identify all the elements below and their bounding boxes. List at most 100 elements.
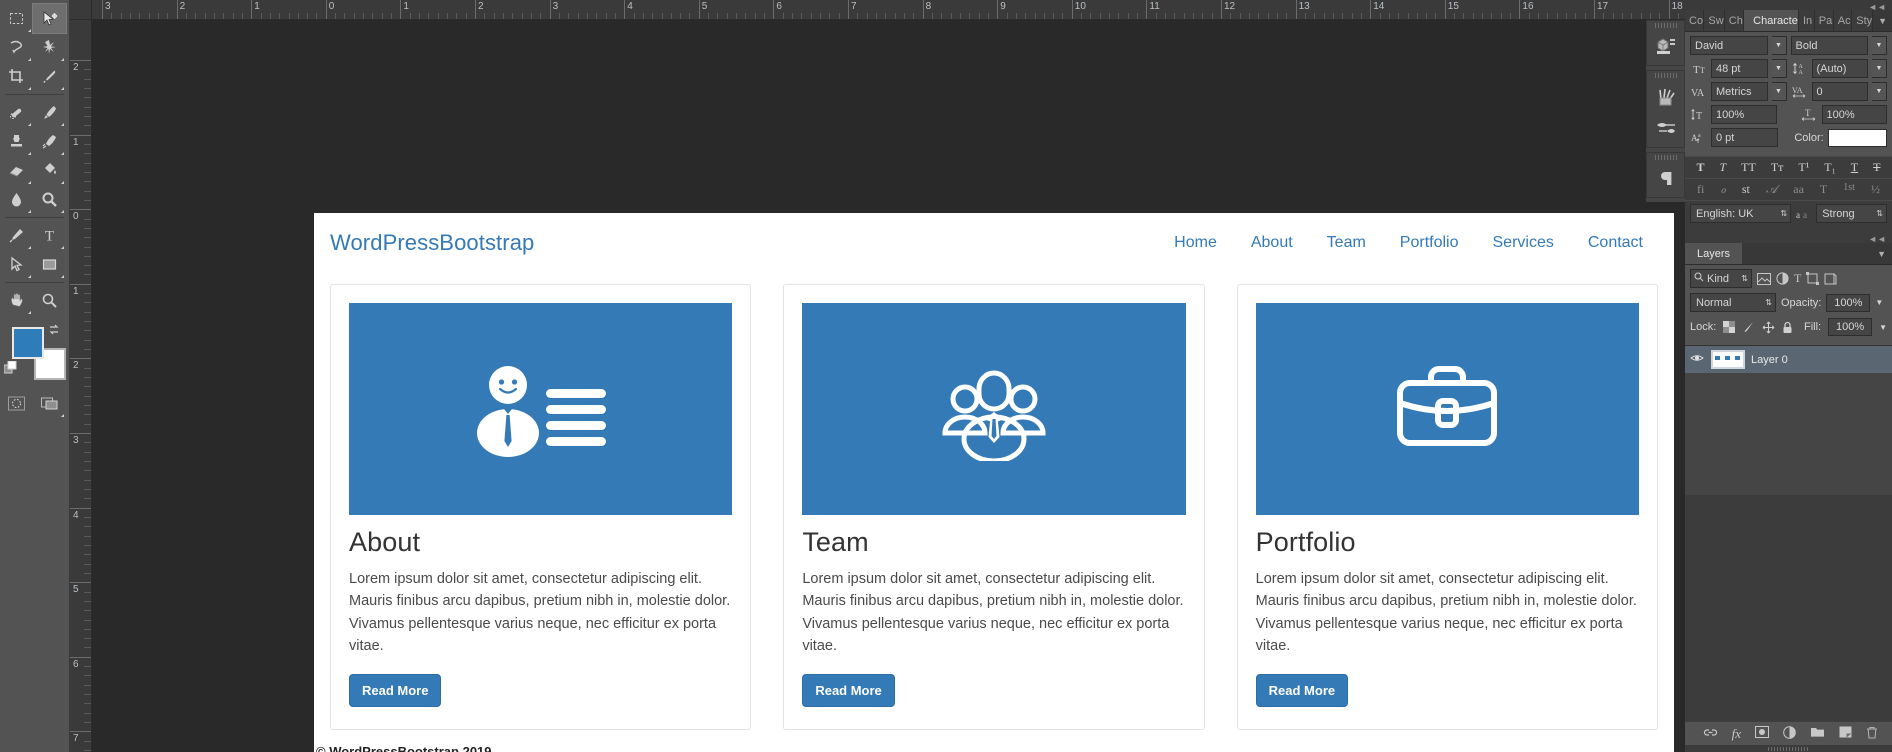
kerning-dropdown-icon[interactable]: ▼ [1771, 82, 1787, 101]
font-style-dropdown-icon[interactable]: ▼ [1872, 36, 1887, 55]
horizontal-ruler[interactable]: 3 2 1 0 1 2 3 4 5 6 7 8 9 10 11 12 13 14 15 16 17 18 [92, 0, 1892, 20]
tab-swatches[interactable]: Sw [1704, 10, 1725, 31]
vertical-ruler[interactable]: 2 1 0 1 2 3 4 5 6 7 [70, 20, 92, 752]
nav-item-about[interactable]: About [1234, 228, 1310, 258]
tracking-input[interactable]: 0 [1811, 82, 1868, 101]
layer-thumbnail[interactable] [1711, 350, 1745, 369]
font-style-input[interactable]: Bold [1790, 36, 1868, 55]
add-layer-mask-icon[interactable] [1755, 726, 1769, 741]
font-size-input[interactable]: 48 pt [1711, 59, 1768, 78]
swash-button[interactable]: 𝒜 [1766, 182, 1777, 197]
read-more-button-team[interactable]: Read More [802, 673, 895, 707]
magic-wand-tool[interactable] [33, 33, 66, 62]
paragraph-panel-icon[interactable] [1647, 162, 1684, 194]
kerning-input[interactable]: Metrics [1711, 82, 1768, 101]
layer-filter-kind-select[interactable]: Kind ⇅ [1690, 269, 1752, 288]
all-caps-button[interactable]: TT [1741, 160, 1756, 175]
tab-styles[interactable]: Sty [1852, 10, 1874, 31]
brush-settings-panel-icon[interactable] [1647, 112, 1684, 144]
ordinals-button[interactable]: 1st [1843, 182, 1855, 197]
tracking-dropdown-icon[interactable]: ▼ [1872, 82, 1887, 101]
read-more-button-portfolio[interactable]: Read More [1255, 673, 1349, 707]
history-brush-tool[interactable] [33, 127, 66, 156]
lock-all-icon[interactable] [1782, 321, 1793, 334]
nav-item-team[interactable]: Team [1310, 228, 1383, 258]
small-caps-button[interactable]: Tᴛ [1771, 160, 1784, 175]
font-size-dropdown-icon[interactable]: ▼ [1771, 59, 1787, 78]
rectangular-marquee-tool[interactable] [0, 4, 33, 33]
fill-input[interactable]: 100% [1828, 318, 1873, 336]
fractions-button[interactable]: ½ [1871, 182, 1880, 197]
move-tool[interactable] [32, 3, 67, 34]
tab-paths[interactable]: Pa [1814, 10, 1834, 31]
tab-channels[interactable]: Ch [1724, 10, 1745, 31]
layer-name[interactable]: Layer 0 [1751, 354, 1788, 366]
card-about[interactable]: About Lorem ipsum dolor sit amet, consec… [330, 284, 752, 730]
language-stepper-icon[interactable]: ⇅ [1781, 209, 1788, 218]
subscript-button[interactable]: T₁ [1824, 160, 1836, 175]
standard-ligatures-button[interactable]: fi [1697, 182, 1704, 197]
baseline-shift-input[interactable]: 0 pt [1711, 128, 1779, 147]
language-select[interactable]: English: UK ⇅ [1690, 204, 1792, 223]
zoom-tool[interactable] [33, 286, 66, 315]
strikethrough-button[interactable]: T [1873, 160, 1880, 175]
smart-object-filter-icon[interactable] [1824, 272, 1837, 285]
dock-grip[interactable] [1647, 21, 1684, 30]
layer-row-layer-0[interactable]: Layer 0 [1685, 346, 1892, 373]
shape-filter-icon[interactable] [1806, 272, 1820, 285]
pixel-filter-icon[interactable] [1757, 272, 1771, 285]
layer-style-fx-icon[interactable]: fx [1732, 726, 1741, 742]
spot-healing-brush-tool[interactable] [0, 98, 33, 127]
rectangle-tool[interactable] [33, 250, 66, 279]
panel-menu-icon[interactable]: ▼ [1873, 10, 1892, 31]
tab-layers[interactable]: Layers [1685, 243, 1743, 264]
layer-visibility-eye-icon[interactable] [1689, 353, 1705, 366]
collapse-panels-icon[interactable]: ◄◄ [1868, 2, 1886, 12]
screen-mode-tool[interactable] [33, 389, 66, 418]
dock-grip-2[interactable] [1647, 71, 1684, 80]
nav-item-home[interactable]: Home [1157, 228, 1234, 258]
pen-tool[interactable] [0, 221, 33, 250]
leading-input[interactable]: (Auto) [1811, 59, 1868, 78]
foreground-color-swatch[interactable] [12, 327, 44, 359]
layer-list[interactable]: Layer 0 [1685, 345, 1892, 495]
layers-collapse-icon[interactable]: ◄◄ [1868, 234, 1886, 244]
type-filter-icon[interactable]: T [1794, 271, 1801, 286]
tab-actions[interactable]: Ac [1833, 10, 1853, 31]
site-brand[interactable]: WordPressBootstrap [328, 230, 534, 256]
delete-layer-icon[interactable] [1866, 726, 1878, 742]
hand-tool[interactable] [0, 286, 33, 315]
tab-character[interactable]: Character [1744, 10, 1799, 31]
ruler-corner[interactable] [70, 0, 92, 20]
panel-resize-grip[interactable] [1685, 745, 1892, 752]
faux-bold-button[interactable]: T [1696, 160, 1704, 175]
anti-aliasing-select[interactable]: Strong ⇅ [1816, 204, 1887, 223]
font-family-dropdown-icon[interactable]: ▼ [1771, 36, 1787, 55]
card-team[interactable]: Team Lorem ipsum dolor sit amet, consect… [783, 284, 1205, 730]
eraser-tool[interactable] [0, 156, 33, 185]
lock-position-icon[interactable] [1762, 321, 1775, 334]
adjustment-filter-icon[interactable] [1776, 272, 1789, 285]
anti-aliasing-stepper-icon[interactable]: ⇅ [1876, 209, 1883, 218]
3d-panel-icon[interactable] [1647, 30, 1684, 62]
clone-stamp-tool[interactable] [0, 127, 33, 156]
text-color-swatch[interactable] [1827, 128, 1887, 147]
new-group-icon[interactable] [1810, 726, 1825, 741]
link-layers-icon[interactable] [1703, 727, 1718, 741]
default-colors-icon[interactable] [3, 360, 18, 380]
dock-grip-3[interactable] [1647, 153, 1684, 162]
horizontal-scale-input[interactable]: 100% [1821, 105, 1887, 124]
superscript-button[interactable]: T¹ [1798, 160, 1809, 175]
discretionary-ligatures-button[interactable]: st [1742, 182, 1750, 197]
quick-mask-tool[interactable] [0, 389, 33, 418]
crop-tool[interactable] [0, 62, 33, 91]
brush-tool[interactable] [33, 98, 66, 127]
opacity-dropdown-icon[interactable]: ▼ [1875, 298, 1883, 307]
eyedropper-tool[interactable] [33, 62, 66, 91]
titling-alternates-button[interactable]: T [1820, 182, 1827, 197]
vertical-scale-input[interactable]: 100% [1711, 105, 1777, 124]
faux-italic-button[interactable]: T [1719, 160, 1726, 175]
lasso-tool[interactable] [0, 33, 33, 62]
new-adjustment-layer-icon[interactable] [1783, 725, 1796, 742]
paint-bucket-tool[interactable] [33, 156, 66, 185]
